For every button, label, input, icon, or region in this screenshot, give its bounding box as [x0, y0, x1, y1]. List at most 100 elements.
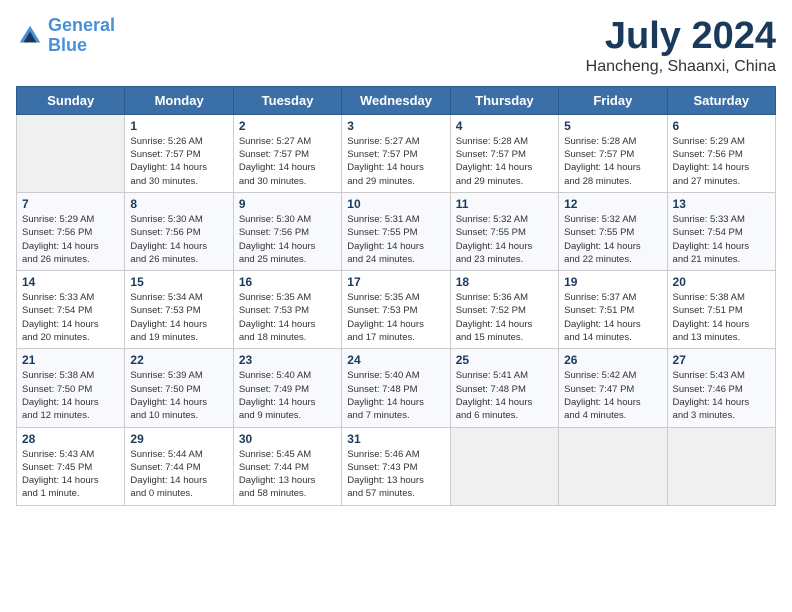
day-cell: 16 Sunrise: 5:35 AM Sunset: 7:53 PM Dayli… [233, 271, 341, 349]
weekday-saturday: Saturday [667, 86, 775, 114]
day-number: 2 [239, 119, 336, 133]
day-info: Sunrise: 5:32 AM Sunset: 7:55 PM Dayligh… [456, 213, 553, 266]
day-number: 22 [130, 353, 227, 367]
day-cell [667, 427, 775, 505]
day-info: Sunrise: 5:28 AM Sunset: 7:57 PM Dayligh… [456, 135, 553, 188]
day-number: 15 [130, 275, 227, 289]
day-cell: 25Sunrise: 5:41 AM Sunset: 7:48 PM Dayli… [450, 349, 558, 427]
weekday-sunday: Sunday [17, 86, 125, 114]
day-number: 20 [673, 275, 770, 289]
day-info: Sunrise: 5:36 AM Sunset: 7:52 PM Dayligh… [456, 291, 553, 344]
day-cell: 2Sunrise: 5:27 AM Sunset: 7:57 PM Daylig… [233, 114, 341, 192]
day-number: 27 [673, 353, 770, 367]
day-number: 5 [564, 119, 661, 133]
day-info: Sunrise: 5:29 AM Sunset: 7:56 PM Dayligh… [673, 135, 770, 188]
day-info: Sunrise: 5:38 AM Sunset: 7:51 PM Dayligh… [673, 291, 770, 344]
day-cell: 6 Sunrise: 5:29 AM Sunset: 7:56 PM Daylig… [667, 114, 775, 192]
day-cell [450, 427, 558, 505]
day-cell: 21 Sunrise: 5:38 AM Sunset: 7:50 PM Dayli… [17, 349, 125, 427]
weekday-wednesday: Wednesday [342, 86, 450, 114]
day-number: 4 [456, 119, 553, 133]
day-cell: 17 Sunrise: 5:35 AM Sunset: 7:53 PM Dayli… [342, 271, 450, 349]
day-cell: 24 Sunrise: 5:40 AM Sunset: 7:48 PM Dayli… [342, 349, 450, 427]
week-row-4: 21 Sunrise: 5:38 AM Sunset: 7:50 PM Dayli… [17, 349, 776, 427]
day-cell: 3 Sunrise: 5:27 AM Sunset: 7:57 PM Daylig… [342, 114, 450, 192]
day-cell: 22 Sunrise: 5:39 AM Sunset: 7:50 PM Dayli… [125, 349, 233, 427]
week-row-2: 7Sunrise: 5:29 AM Sunset: 7:56 PM Daylig… [17, 192, 776, 270]
day-info: Sunrise: 5:45 AM Sunset: 7:44 PM Dayligh… [239, 448, 336, 501]
weekday-thursday: Thursday [450, 86, 558, 114]
day-info: Sunrise: 5:28 AM Sunset: 7:57 PM Dayligh… [564, 135, 661, 188]
day-cell: 10 Sunrise: 5:31 AM Sunset: 7:55 PM Dayli… [342, 192, 450, 270]
day-info: Sunrise: 5:42 AM Sunset: 7:47 PM Dayligh… [564, 369, 661, 422]
day-number: 3 [347, 119, 444, 133]
day-info: Sunrise: 5:37 AM Sunset: 7:51 PM Dayligh… [564, 291, 661, 344]
day-cell: 23 Sunrise: 5:40 AM Sunset: 7:49 PM Dayli… [233, 349, 341, 427]
calendar-table: SundayMondayTuesdayWednesdayThursdayFrid… [16, 86, 776, 506]
day-number: 12 [564, 197, 661, 211]
weekday-monday: Monday [125, 86, 233, 114]
week-row-1: 1 Sunrise: 5:26 AM Sunset: 7:57 PM Daylig… [17, 114, 776, 192]
day-cell: 4 Sunrise: 5:28 AM Sunset: 7:57 PM Daylig… [450, 114, 558, 192]
day-cell: 8Sunrise: 5:30 AM Sunset: 7:56 PM Daylig… [125, 192, 233, 270]
day-cell: 5 Sunrise: 5:28 AM Sunset: 7:57 PM Daylig… [559, 114, 667, 192]
day-info: Sunrise: 5:34 AM Sunset: 7:53 PM Dayligh… [130, 291, 227, 344]
day-info: Sunrise: 5:39 AM Sunset: 7:50 PM Dayligh… [130, 369, 227, 422]
day-info: Sunrise: 5:43 AM Sunset: 7:46 PM Dayligh… [673, 369, 770, 422]
day-info: Sunrise: 5:40 AM Sunset: 7:48 PM Dayligh… [347, 369, 444, 422]
logo: General Blue [16, 16, 115, 56]
day-info: Sunrise: 5:44 AM Sunset: 7:44 PM Dayligh… [130, 448, 227, 501]
page-header: General Blue July 2024 Hancheng, Shaanxi… [16, 16, 776, 76]
day-number: 1 [130, 119, 227, 133]
day-number: 19 [564, 275, 661, 289]
day-info: Sunrise: 5:32 AM Sunset: 7:55 PM Dayligh… [564, 213, 661, 266]
day-cell: 1 Sunrise: 5:26 AM Sunset: 7:57 PM Daylig… [125, 114, 233, 192]
day-number: 30 [239, 432, 336, 446]
day-info: Sunrise: 5:35 AM Sunset: 7:53 PM Dayligh… [239, 291, 336, 344]
day-number: 8 [130, 197, 227, 211]
day-cell: 27 Sunrise: 5:43 AM Sunset: 7:46 PM Dayli… [667, 349, 775, 427]
day-number: 13 [673, 197, 770, 211]
day-number: 16 [239, 275, 336, 289]
day-cell: 9Sunrise: 5:30 AM Sunset: 7:56 PM Daylig… [233, 192, 341, 270]
day-number: 18 [456, 275, 553, 289]
day-number: 17 [347, 275, 444, 289]
day-info: Sunrise: 5:31 AM Sunset: 7:55 PM Dayligh… [347, 213, 444, 266]
calendar-body: 1 Sunrise: 5:26 AM Sunset: 7:57 PM Daylig… [17, 114, 776, 505]
day-number: 26 [564, 353, 661, 367]
day-cell: 12 Sunrise: 5:32 AM Sunset: 7:55 PM Dayli… [559, 192, 667, 270]
day-info: Sunrise: 5:40 AM Sunset: 7:49 PM Dayligh… [239, 369, 336, 422]
day-info: Sunrise: 5:26 AM Sunset: 7:57 PM Dayligh… [130, 135, 227, 188]
weekday-header-row: SundayMondayTuesdayWednesdayThursdayFrid… [17, 86, 776, 114]
day-number: 31 [347, 432, 444, 446]
day-number: 24 [347, 353, 444, 367]
day-number: 11 [456, 197, 553, 211]
day-number: 9 [239, 197, 336, 211]
day-number: 6 [673, 119, 770, 133]
weekday-tuesday: Tuesday [233, 86, 341, 114]
day-info: Sunrise: 5:35 AM Sunset: 7:53 PM Dayligh… [347, 291, 444, 344]
title-area: July 2024 Hancheng, Shaanxi, China [586, 16, 776, 76]
day-cell: 15 Sunrise: 5:34 AM Sunset: 7:53 PM Dayli… [125, 271, 233, 349]
day-number: 28 [22, 432, 119, 446]
day-cell: 20 Sunrise: 5:38 AM Sunset: 7:51 PM Dayli… [667, 271, 775, 349]
month-year-title: July 2024 [586, 16, 776, 58]
day-cell [17, 114, 125, 192]
day-number: 10 [347, 197, 444, 211]
day-cell: 14Sunrise: 5:33 AM Sunset: 7:54 PM Dayli… [17, 271, 125, 349]
day-info: Sunrise: 5:33 AM Sunset: 7:54 PM Dayligh… [22, 291, 119, 344]
weekday-friday: Friday [559, 86, 667, 114]
day-cell: 28Sunrise: 5:43 AM Sunset: 7:45 PM Dayli… [17, 427, 125, 505]
day-number: 23 [239, 353, 336, 367]
day-number: 21 [22, 353, 119, 367]
day-cell: 7Sunrise: 5:29 AM Sunset: 7:56 PM Daylig… [17, 192, 125, 270]
week-row-3: 14Sunrise: 5:33 AM Sunset: 7:54 PM Dayli… [17, 271, 776, 349]
day-info: Sunrise: 5:33 AM Sunset: 7:54 PM Dayligh… [673, 213, 770, 266]
day-cell: 19 Sunrise: 5:37 AM Sunset: 7:51 PM Dayli… [559, 271, 667, 349]
day-cell: 11 Sunrise: 5:32 AM Sunset: 7:55 PM Dayli… [450, 192, 558, 270]
day-info: Sunrise: 5:38 AM Sunset: 7:50 PM Dayligh… [22, 369, 119, 422]
day-info: Sunrise: 5:29 AM Sunset: 7:56 PM Dayligh… [22, 213, 119, 266]
day-info: Sunrise: 5:27 AM Sunset: 7:57 PM Dayligh… [347, 135, 444, 188]
location-subtitle: Hancheng, Shaanxi, China [586, 58, 776, 76]
week-row-5: 28Sunrise: 5:43 AM Sunset: 7:45 PM Dayli… [17, 427, 776, 505]
